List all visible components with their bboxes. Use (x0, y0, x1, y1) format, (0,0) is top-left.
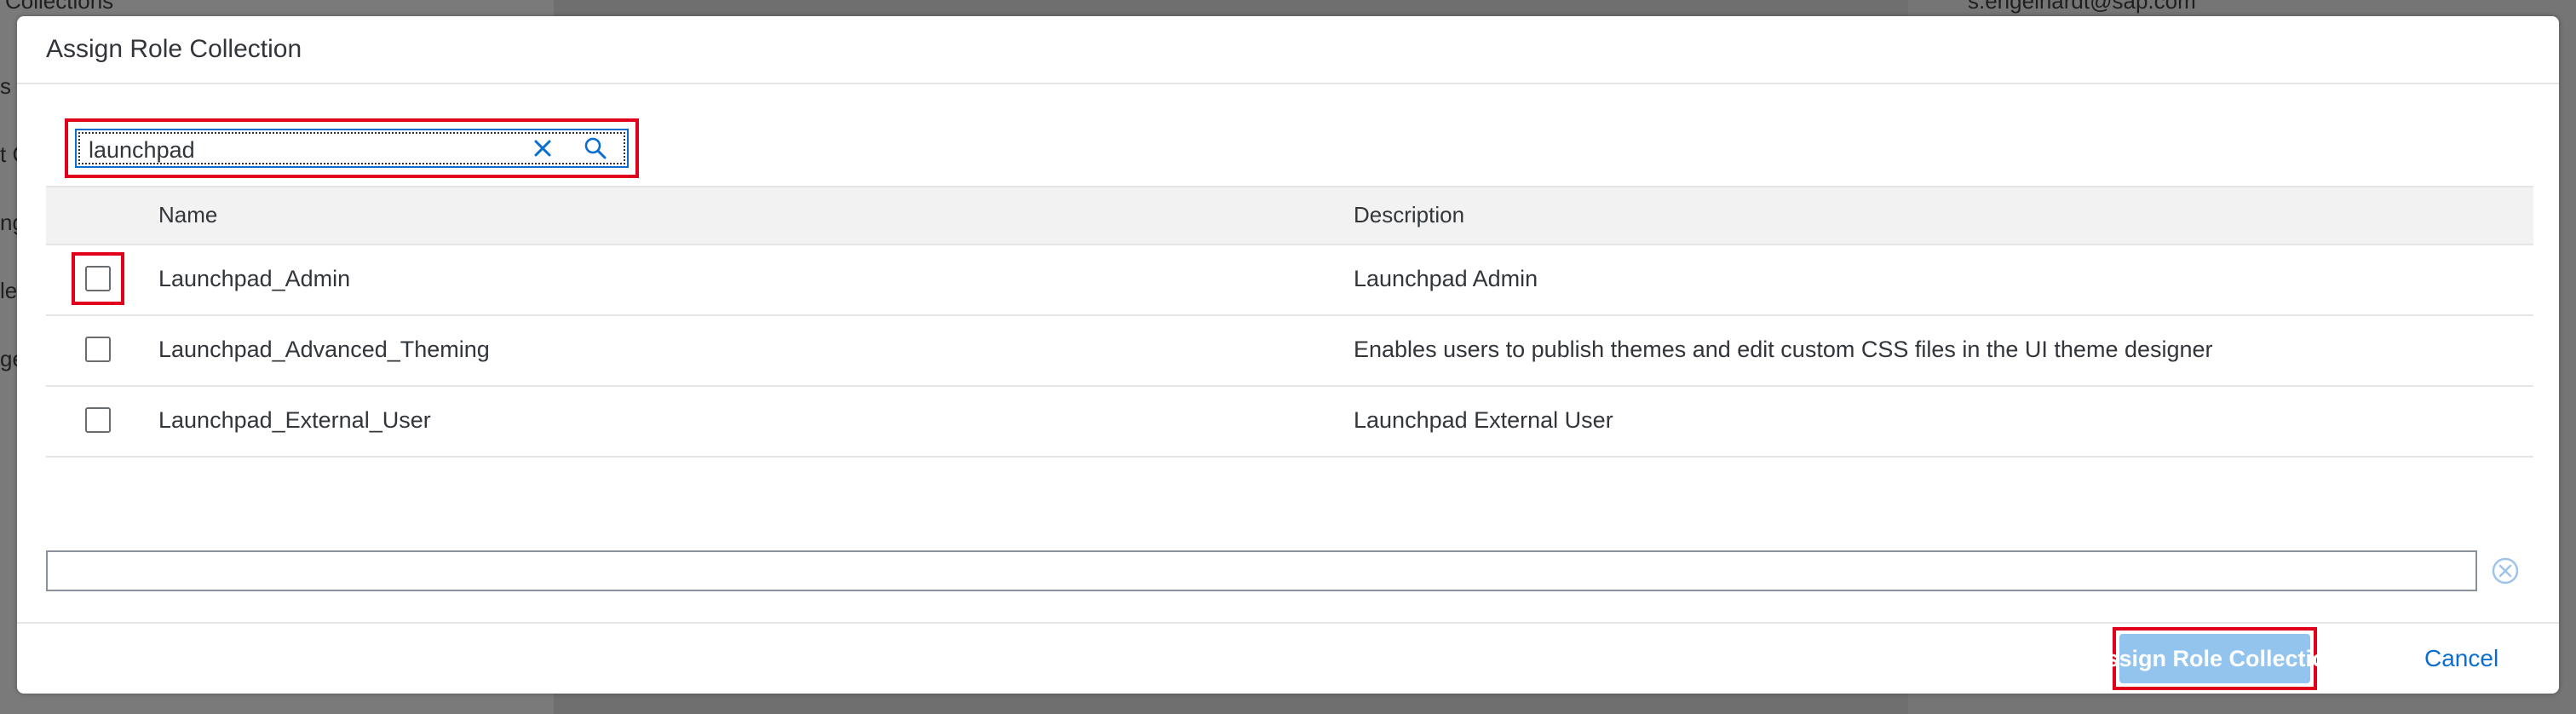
row-name: Launchpad_Admin (158, 266, 351, 291)
dialog-title: Assign Role Collection (46, 35, 302, 63)
row-checkbox[interactable] (85, 337, 111, 362)
search-field[interactable]: launchpad (75, 129, 629, 168)
search-icon[interactable] (583, 135, 608, 161)
row-description: Enables users to publish themes and edit… (1354, 337, 2213, 362)
table-header: Name Description (46, 186, 2533, 245)
dialog-header: Assign Role Collection (17, 16, 2559, 84)
search-highlight: launchpad (65, 118, 639, 178)
bg-text: s (0, 73, 11, 99)
table-row[interactable]: Launchpad_Admin Launchpad Admin (46, 245, 2533, 316)
assign-role-collection-dialog: Assign Role Collection launchpad Name De… (17, 16, 2559, 694)
row-name: Launchpad_External_User (158, 407, 431, 433)
cancel-button[interactable]: Cancel (2424, 634, 2498, 683)
row-checkbox[interactable] (85, 266, 111, 291)
column-header-description: Description (1354, 202, 1465, 227)
row-description: Launchpad Admin (1354, 266, 1538, 291)
bg-text: le (0, 278, 18, 303)
bg-text: Collections (5, 0, 114, 14)
assign-role-collection-button[interactable]: Assign Role Collection (2090, 634, 2340, 683)
row-checkbox[interactable] (85, 407, 111, 433)
table-row[interactable]: Launchpad_External_User Launchpad Extern… (46, 387, 2533, 458)
user-email: s.engelhardt@sap.com (1968, 0, 2196, 14)
filter-input[interactable] (46, 550, 2477, 591)
search-input[interactable]: launchpad (89, 137, 195, 164)
clear-circle-icon[interactable] (2491, 556, 2520, 585)
close-icon[interactable] (530, 135, 555, 161)
role-collection-table: Name Description Launchpad_Admin Launchp… (46, 186, 2533, 458)
column-header-name: Name (158, 202, 218, 227)
row-name: Launchpad_Advanced_Theming (158, 337, 490, 362)
row-description: Launchpad External User (1354, 407, 1613, 433)
table-row[interactable]: Launchpad_Advanced_Theming Enables users… (46, 316, 2533, 387)
